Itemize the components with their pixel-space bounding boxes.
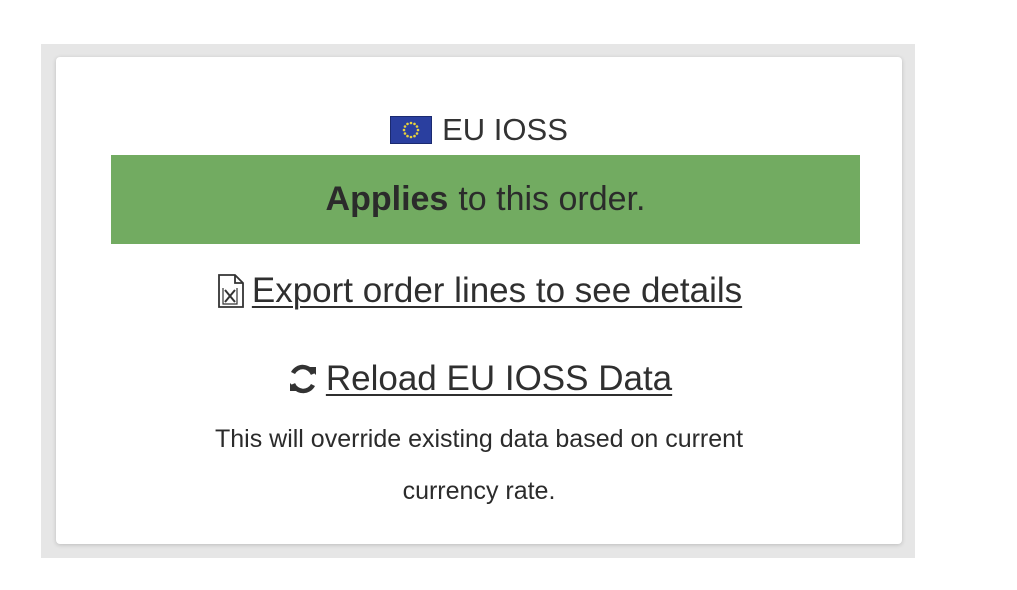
export-link-label[interactable]: Export order lines to see details	[252, 271, 742, 311]
export-order-lines-link[interactable]: Export order lines to see details	[56, 268, 902, 314]
note-line: This will override existing data based o…	[214, 425, 744, 453]
banner-rest-text: to this order.	[458, 180, 646, 218]
reload-warning-note: This will override existing data based o…	[56, 413, 902, 517]
excel-file-icon	[216, 273, 246, 309]
eu-flag-icon	[390, 116, 433, 144]
applies-status-banner: Applies to this order.	[111, 155, 860, 244]
card-title: EU IOSS	[442, 112, 568, 147]
reload-link-label[interactable]: Reload EU IOSS Data	[326, 359, 672, 399]
note-line: currency rate.	[402, 477, 556, 505]
refresh-icon	[286, 362, 320, 396]
ioss-card: EU IOSS Applies to this order. Export or…	[56, 57, 902, 544]
reload-ioss-data-link[interactable]: Reload EU IOSS Data	[56, 356, 902, 402]
card-title-row: EU IOSS	[56, 110, 902, 150]
banner-bold-text: Applies	[325, 180, 449, 218]
